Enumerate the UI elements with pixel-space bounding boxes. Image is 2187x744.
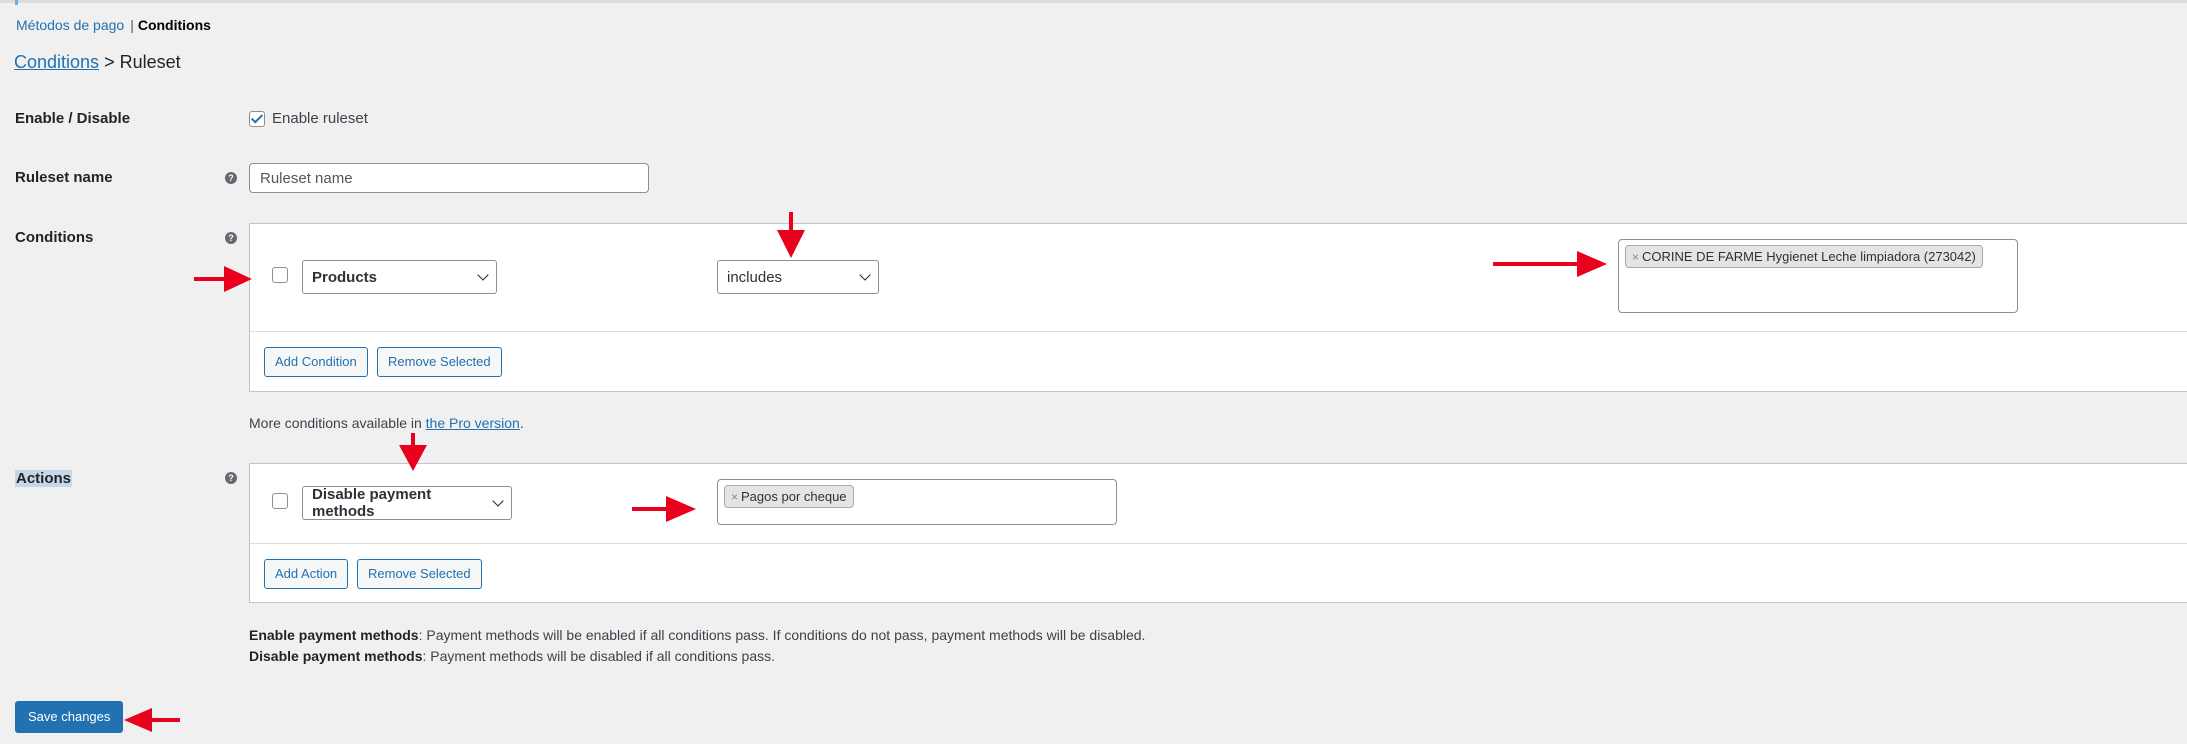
save-changes-button[interactable]: Save changes [15,701,124,733]
chevron-down-icon [492,495,504,507]
chevron-down-icon [859,269,871,281]
action-type-value: Disable payment methods [312,486,432,520]
disable-payment-note: Disable payment methods: Payment methods… [249,648,775,664]
condition-type-select[interactable]: Products [302,260,497,294]
remove-selected-conditions-button[interactable]: Remove Selected [377,347,502,377]
selected-payment-method-tag: × Pagos por cheque [724,485,854,508]
condition-select-checkbox[interactable] [272,267,288,283]
breadcrumb-current: > Ruleset [104,52,181,72]
pro-version-note: More conditions available in the Pro ver… [249,415,524,431]
nav-current-conditions: Conditions [137,17,211,33]
disable-payment-note-text: : Payment methods will be disabled if al… [422,648,776,664]
remove-tag-icon[interactable]: × [1632,250,1639,264]
pro-version-link[interactable]: the Pro version [426,415,520,431]
disable-payment-note-title: Disable payment methods [249,648,423,664]
actions-help-icon[interactable]: ? [225,472,237,484]
actions-label-text: Actions [15,470,73,487]
condition-products-multiselect[interactable]: × CORINE DE FARME Hygienet Leche limpiado… [1618,239,2018,313]
selected-product-label: CORINE DE FARME Hygienet Leche limpiador… [1642,249,1976,264]
actions-label: Actions [15,470,73,487]
nav-link-metodos-de-pago[interactable]: Métodos de pago [16,17,124,33]
add-condition-button[interactable]: Add Condition [264,347,368,377]
actions-panel: Disable payment methods × Pagos por chequ… [249,463,2187,603]
nav-separator: | [130,17,134,33]
selected-payment-method-label: Pagos por cheque [741,489,847,504]
red-arrow-right-icon [1493,251,1607,277]
conditions-label: Conditions [15,229,94,246]
add-action-button[interactable]: Add Action [264,559,349,589]
condition-operator-select[interactable]: includes [717,260,879,294]
top-accent [15,0,18,5]
enable-payment-note: Enable payment methods: Payment methods … [249,627,1145,643]
ruleset-name-help-icon[interactable]: ? [225,172,237,184]
ruleset-name-label: Ruleset name [15,169,113,186]
conditions-help-icon[interactable]: ? [225,232,237,244]
conditions-divider [250,331,2187,332]
red-arrow-right-icon [632,496,696,522]
enable-payment-note-text: : Payment methods will be enabled if all… [418,627,1146,643]
condition-type-value: Products [312,268,378,286]
top-border [0,0,2187,5]
enable-payment-note-title: Enable payment methods [249,627,419,643]
selected-product-tag: × CORINE DE FARME Hygienet Leche limpiado… [1625,245,1983,268]
pro-note-prefix: More conditions available in [249,415,426,431]
enable-disable-label: Enable / Disable [15,110,131,127]
pro-note-suffix: . [519,415,524,431]
breadcrumb-conditions-link[interactable]: Conditions [14,52,99,72]
subnav: Métodos de pago | Conditions [16,17,211,33]
remove-tag-icon[interactable]: × [731,490,738,504]
conditions-panel: Products includes × CORINE DE FARME Hygie… [249,223,2187,392]
red-arrow-left-icon [124,708,180,732]
red-arrow-down-icon [399,433,427,471]
red-arrow-right-icon [194,266,252,292]
action-select-checkbox[interactable] [272,493,288,509]
chevron-down-icon [477,269,489,281]
remove-selected-actions-button[interactable]: Remove Selected [357,559,482,589]
page-title: Conditions > Ruleset [14,52,181,73]
red-arrow-down-icon [777,212,805,258]
enable-ruleset-label[interactable]: Enable ruleset [272,110,368,127]
ruleset-name-input[interactable] [249,163,649,193]
action-type-select[interactable]: Disable payment methods [302,486,512,520]
condition-operator-value: includes [727,268,783,286]
actions-divider [250,543,2187,544]
enable-ruleset-checkbox[interactable] [249,111,265,127]
action-payment-methods-multiselect[interactable]: × Pagos por cheque [717,479,1117,525]
